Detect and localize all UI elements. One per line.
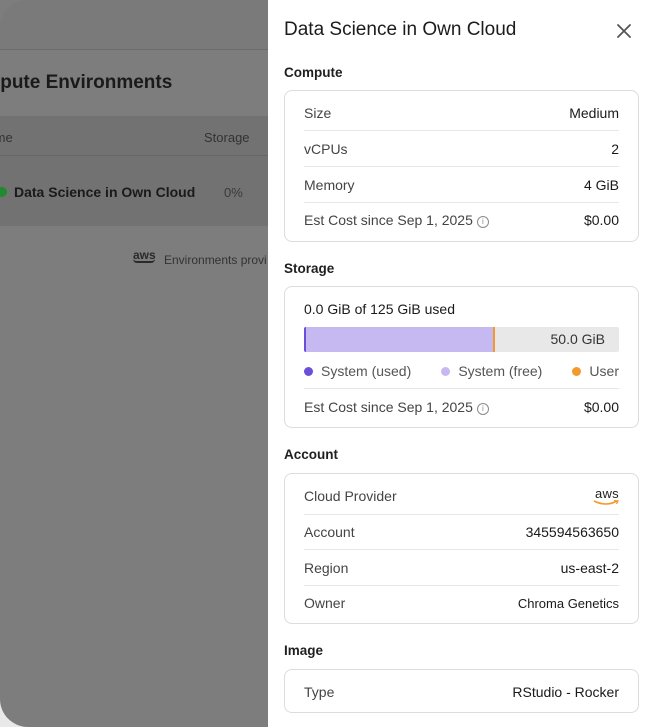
- close-button[interactable]: [612, 19, 636, 43]
- row-key: Est Cost since Sep 1, 2025 i: [304, 399, 489, 415]
- column-header-name[interactable]: Name: [0, 130, 13, 145]
- section-label-account: Account: [284, 447, 338, 462]
- row-key: Account: [304, 524, 355, 540]
- row-key: Cloud Provider: [304, 488, 397, 504]
- image-row-type: Type RStudio - Rocker: [304, 674, 619, 710]
- legend-label: User: [589, 363, 619, 379]
- row-value: 2: [611, 141, 619, 157]
- account-row-provider: Cloud Provider aws: [304, 478, 619, 514]
- divider: [0, 49, 268, 50]
- compute-card: Size Medium vCPUs 2 Memory 4 GiB Est Cos…: [284, 90, 639, 242]
- legend-label: System (used): [321, 363, 412, 379]
- row-value: $0.00: [583, 212, 619, 228]
- row-value: us-east-2: [560, 560, 619, 576]
- compute-row-memory: Memory 4 GiB: [304, 167, 619, 203]
- info-icon[interactable]: i: [476, 216, 489, 228]
- legend-item-system-used: System (used): [304, 362, 411, 380]
- account-row-region: Region us-east-2: [304, 550, 619, 586]
- storage-row-cost: Est Cost since Sep 1, 2025 i $0.00: [304, 389, 619, 425]
- account-row-account: Account 345594563650: [304, 514, 619, 550]
- storage-used-text: 0.0 GiB of 125 GiB used: [304, 301, 455, 317]
- environment-row-name[interactable]: Data Science in Own Cloud: [14, 184, 195, 200]
- row-value: 345594563650: [525, 524, 619, 540]
- bar-user: [493, 327, 495, 352]
- row-value: 4 GiB: [583, 177, 619, 193]
- legend-item-user: User: [572, 362, 619, 380]
- legend-label: System (free): [458, 363, 543, 379]
- row-key: vCPUs: [304, 141, 348, 157]
- compute-row-size: Size Medium: [304, 95, 619, 131]
- row-key: Memory: [304, 177, 355, 193]
- image-card: Type RStudio - Rocker: [284, 669, 639, 713]
- page-title: Compute Environments: [0, 72, 173, 93]
- row-value: $0.00: [583, 399, 619, 415]
- environment-details-panel: Data Science in Own Cloud Compute Size M…: [268, 0, 648, 727]
- section-label-image: Image: [284, 643, 324, 658]
- row-key: Owner: [304, 595, 346, 611]
- row-value: Medium: [569, 105, 619, 121]
- row-key: Region: [304, 560, 349, 576]
- compute-row-cost: Est Cost since Sep 1, 2025 i $0.00: [304, 202, 619, 238]
- aws-logo-icon: aws: [133, 248, 156, 263]
- account-row-owner: Owner Chroma Genetics: [304, 585, 619, 621]
- compute-row-vcpus: vCPUs 2: [304, 131, 619, 167]
- environment-row-storage: 0%: [224, 185, 243, 200]
- legend-dot-icon: [441, 366, 451, 376]
- row-value: RStudio - Rocker: [512, 684, 619, 700]
- footer-text: Environments provi: [164, 253, 267, 267]
- bar-free-label: 50.0 GiB: [550, 331, 605, 347]
- info-icon[interactable]: i: [476, 403, 489, 415]
- row-key: Type: [304, 684, 335, 700]
- storage-legend: System (used) System (free) User: [304, 362, 619, 380]
- aws-logo-icon: aws: [593, 486, 619, 506]
- row-value: Chroma Genetics: [517, 595, 619, 611]
- row-key: Est Cost since Sep 1, 2025 i: [304, 212, 489, 228]
- legend-dot-icon: [304, 366, 313, 376]
- bar-system-free: [306, 327, 493, 352]
- legend-dot-icon: [572, 366, 582, 376]
- close-icon: [617, 24, 631, 38]
- section-label-compute: Compute: [284, 65, 343, 80]
- section-label-storage: Storage: [284, 261, 335, 276]
- storage-card: 0.0 GiB of 125 GiB used 50.0 GiB System …: [284, 286, 639, 428]
- legend-item-system-free: System (free): [441, 362, 542, 380]
- row-key: Size: [304, 105, 332, 121]
- storage-usage-bar: 50.0 GiB: [304, 327, 619, 352]
- account-card: Cloud Provider aws Account 345594563650 …: [284, 473, 639, 624]
- panel-title: Data Science in Own Cloud: [284, 19, 517, 40]
- divider: [0, 155, 268, 156]
- column-header-storage[interactable]: Storage: [204, 130, 250, 145]
